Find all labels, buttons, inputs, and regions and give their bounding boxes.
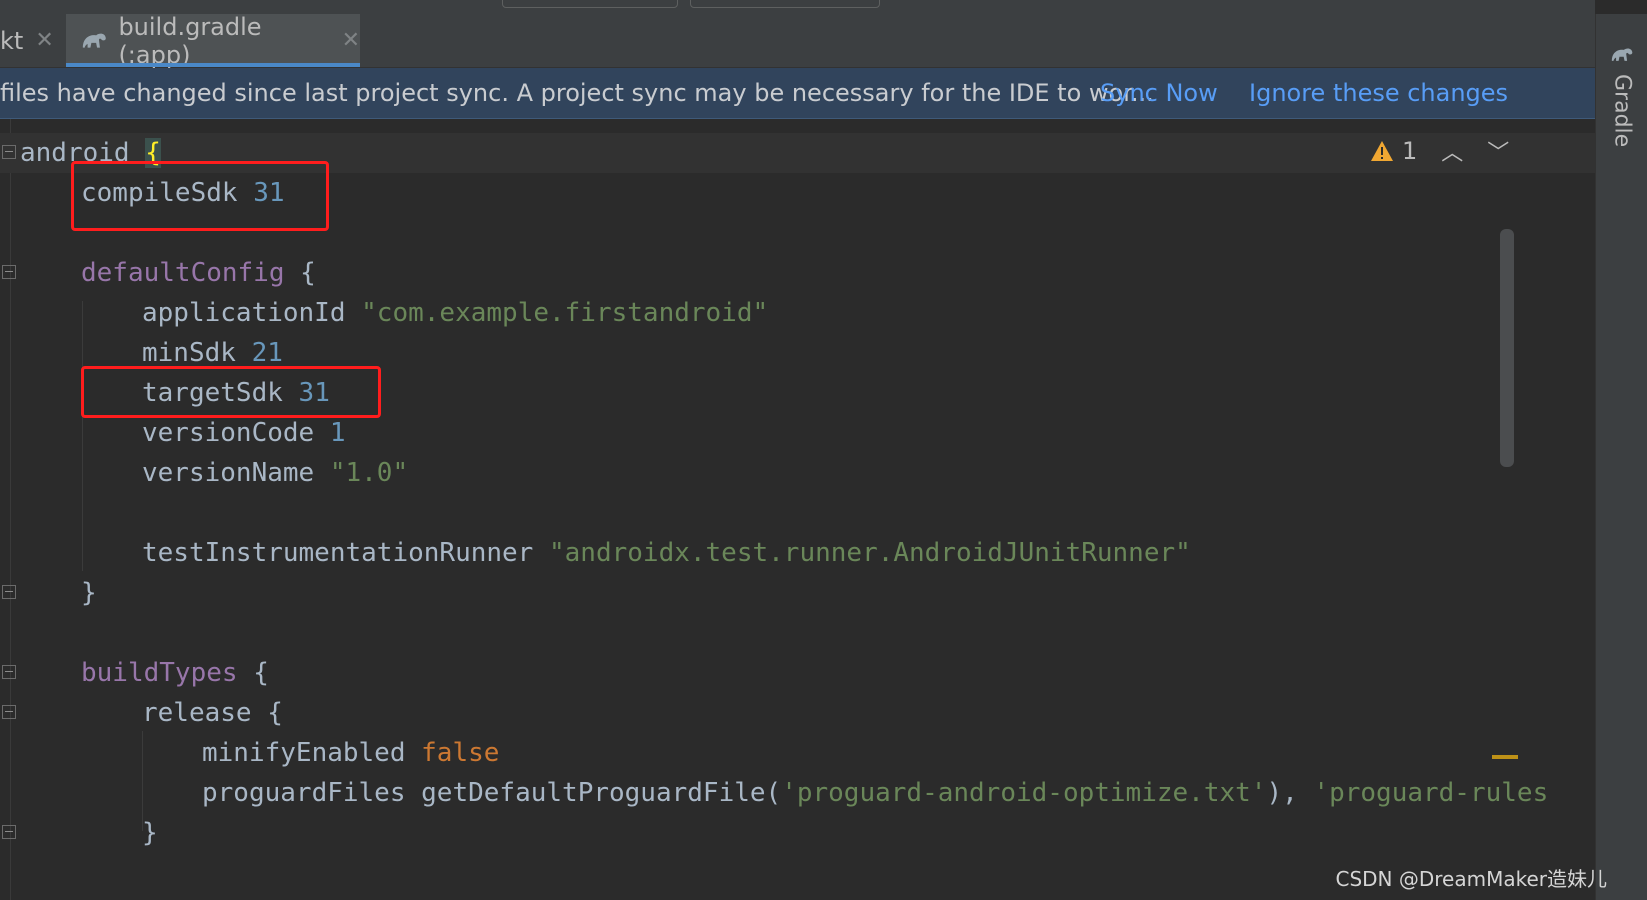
watermark: CSDN @DreamMaker造妹儿 (1335, 867, 1607, 891)
gutter (10, 119, 11, 900)
sync-now-link[interactable]: Sync Now (1100, 79, 1218, 107)
tab-label: kt (0, 26, 24, 55)
editor-tab-bar: kt ✕ build.gradle (:app) ✕ (0, 12, 1595, 69)
warning-count: 1 (1402, 137, 1418, 165)
banner-message: files have changed since last project sy… (0, 79, 1154, 107)
inspection-widget[interactable]: 1 ︿ ﹀ (1370, 131, 1509, 171)
tab-label: build.gradle (:app) (118, 12, 262, 69)
code-line: } (142, 818, 158, 848)
code-line: } (81, 578, 97, 608)
toolbar-dropdown[interactable] (502, 0, 678, 8)
close-icon[interactable]: ✕ (342, 28, 360, 53)
fold-marker[interactable] (2, 825, 16, 839)
chevron-down-icon[interactable]: ﹀ (1487, 135, 1509, 167)
sync-notification-banner: files have changed since last project sy… (0, 68, 1595, 119)
warning-marker[interactable] (1492, 755, 1518, 759)
indent-guide (82, 301, 83, 571)
code-line: minifyEnabled false (202, 738, 500, 768)
warning-triangle-icon (1371, 141, 1393, 161)
close-icon[interactable]: ✕ (35, 28, 53, 53)
code-line: versionName "1.0" (142, 458, 409, 488)
code-line: proguardFiles getDefaultProguardFile('pr… (202, 778, 1549, 808)
code-editor[interactable]: android { compileSdk 31 defaultConfig { … (0, 119, 1595, 900)
code-line: versionCode 1 (142, 418, 346, 448)
fold-marker[interactable] (2, 265, 16, 279)
toolbar-dropdown[interactable] (690, 0, 880, 8)
highlight-box-compilesdk (71, 161, 329, 231)
code-line: buildTypes { (81, 658, 269, 688)
right-tool-stripe: Gradle (1595, 14, 1647, 900)
vertical-scrollbar[interactable] (1500, 229, 1514, 467)
code-line: defaultConfig { (81, 258, 316, 288)
ignore-changes-link[interactable]: Ignore these changes (1249, 79, 1508, 107)
tab-kt[interactable]: kt ✕ (0, 14, 60, 67)
highlight-box-targetsdk (81, 366, 381, 418)
chevron-up-icon[interactable]: ︿ (1441, 135, 1463, 167)
fold-marker[interactable] (2, 705, 16, 719)
gradle-elephant-icon (82, 33, 106, 48)
tab-build-gradle[interactable]: build.gradle (:app) ✕ (66, 12, 360, 69)
code-line: release { (142, 698, 283, 728)
gradle-elephant-icon (1611, 48, 1633, 61)
gradle-label: Gradle (1609, 74, 1635, 148)
fold-marker[interactable] (2, 145, 16, 159)
fold-marker[interactable] (2, 665, 16, 679)
gradle-tool-button[interactable]: Gradle (1605, 44, 1639, 147)
code-line: applicationId "com.example.firstandroid" (142, 298, 769, 328)
fold-marker[interactable] (2, 585, 16, 599)
code-line: testInstrumentationRunner "androidx.test… (142, 538, 1191, 568)
